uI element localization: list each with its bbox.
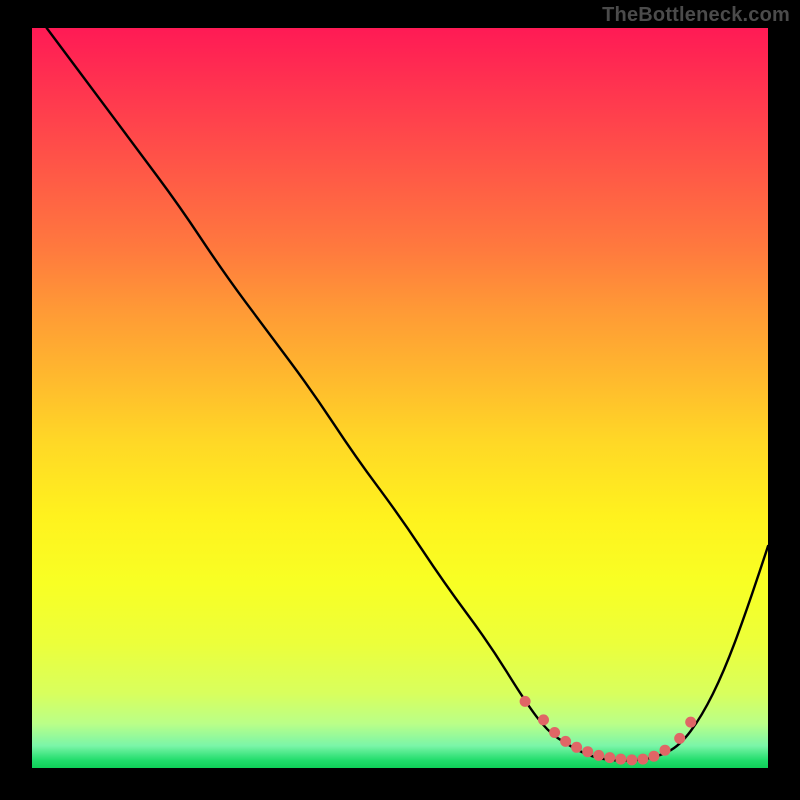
watermark-text: TheBottleneck.com	[602, 4, 790, 27]
optimal-marker	[560, 736, 571, 747]
optimal-marker	[571, 742, 582, 753]
optimal-marker	[615, 754, 626, 765]
optimal-marker	[626, 754, 637, 765]
chart-frame: TheBottleneck.com	[0, 0, 800, 800]
optimal-markers-group	[520, 696, 697, 766]
optimal-marker	[648, 751, 659, 762]
optimal-marker	[637, 754, 648, 765]
chart-svg	[32, 28, 768, 768]
optimal-marker	[520, 696, 531, 707]
optimal-marker	[593, 750, 604, 761]
optimal-marker	[674, 733, 685, 744]
optimal-marker	[582, 746, 593, 757]
bottleneck-curve	[47, 28, 768, 761]
optimal-marker	[538, 714, 549, 725]
optimal-marker	[660, 745, 671, 756]
optimal-marker	[549, 727, 560, 738]
optimal-marker	[604, 752, 615, 763]
optimal-marker	[685, 717, 696, 728]
plot-area	[32, 28, 768, 768]
